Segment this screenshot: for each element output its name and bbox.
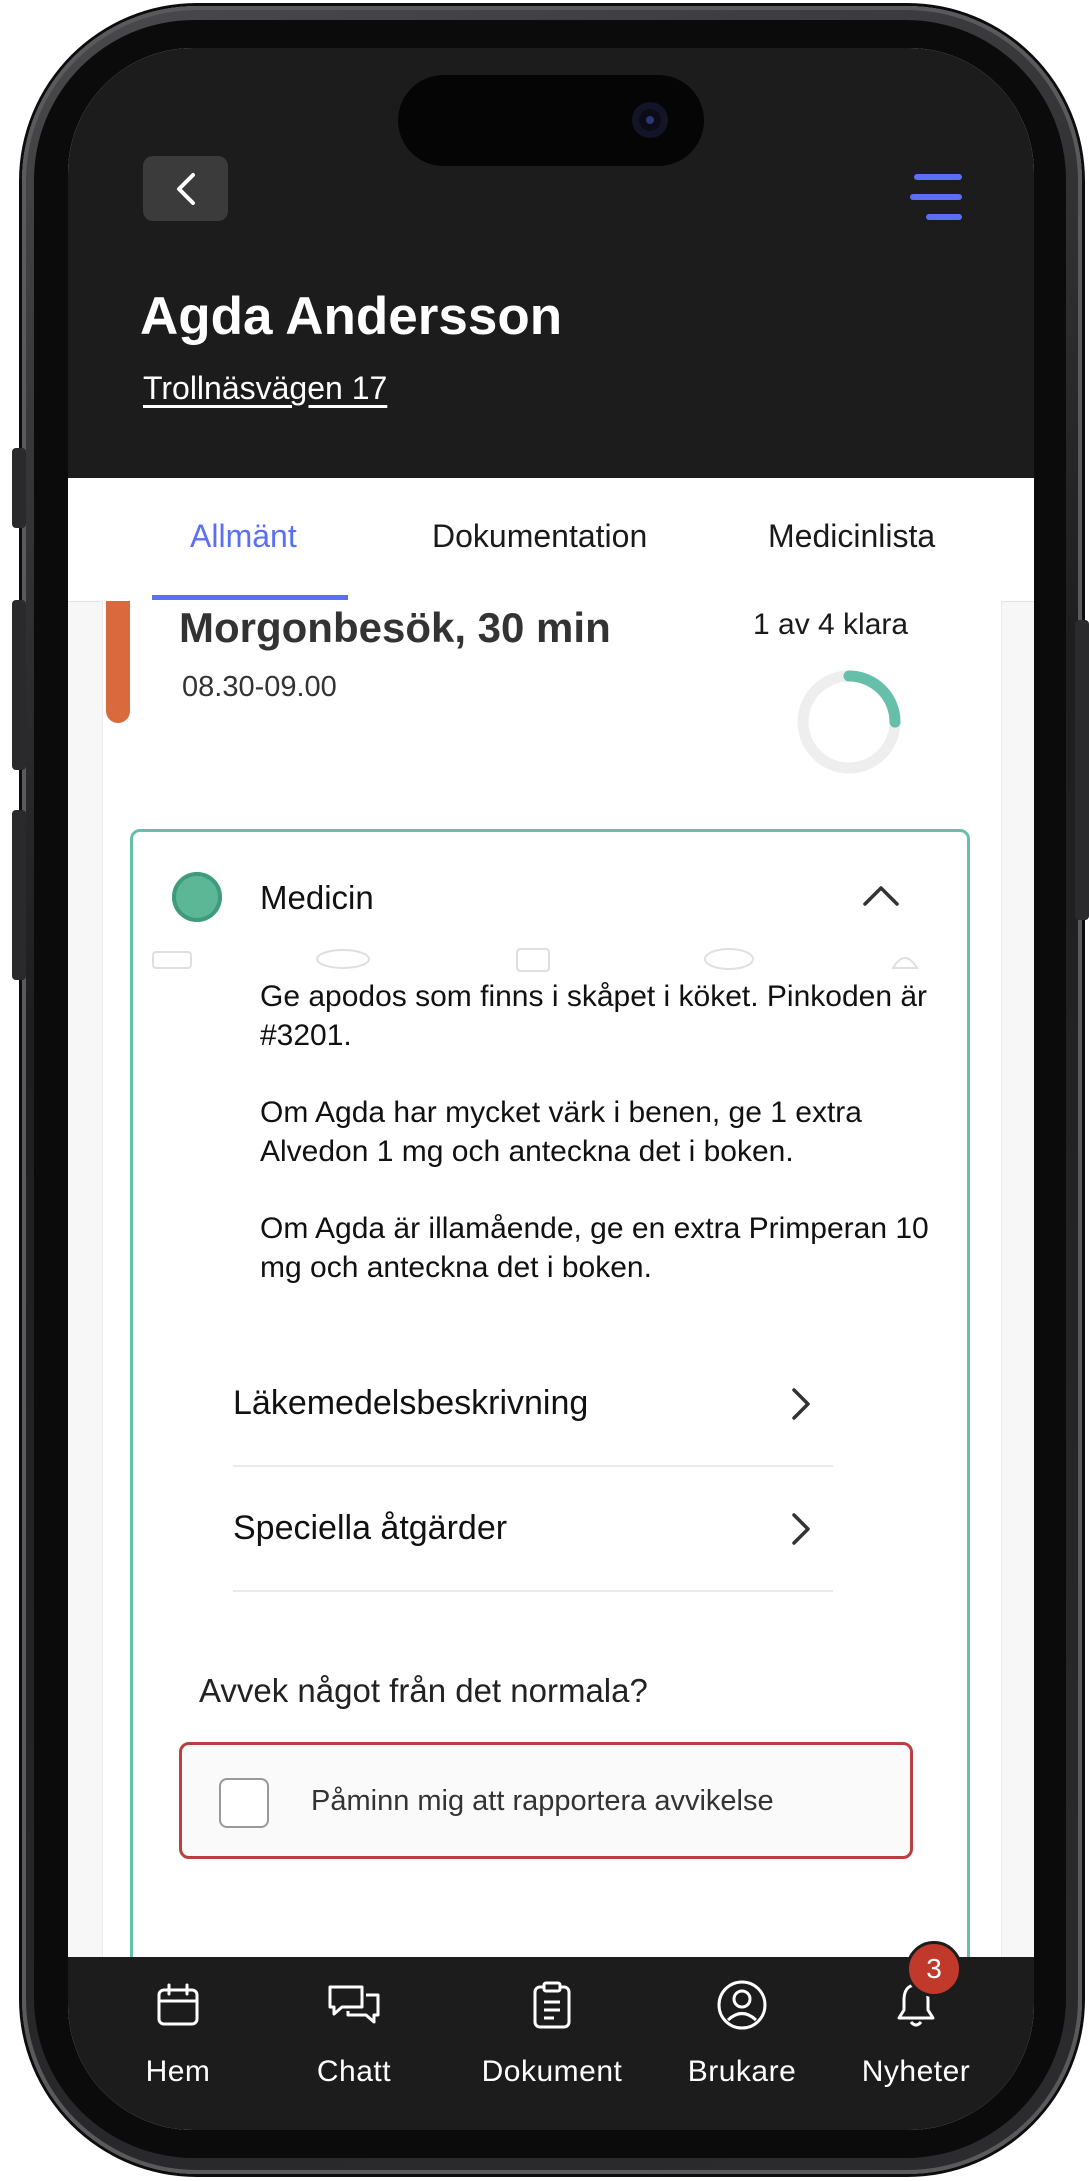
visit-content[interactable]: Morgonbesök, 30 min 08.30-09.00 1 av 4 k… — [102, 601, 1002, 2039]
volume-up-button — [12, 600, 26, 770]
nav-label: Dokument — [481, 2055, 623, 2088]
menu-icon-line — [926, 214, 962, 220]
chevron-left-icon — [176, 172, 195, 205]
tab-medicinlista[interactable]: Medicinlista — [768, 518, 935, 555]
deviation-question: Avvek något från det normala? — [199, 1672, 648, 1709]
notification-badge: 3 — [906, 1941, 962, 1997]
back-button[interactable] — [143, 156, 228, 221]
user-circle-icon — [714, 1977, 770, 2033]
nav-label: Hem — [145, 2055, 211, 2088]
visit-title: Morgonbesök, 30 min — [179, 604, 611, 651]
clipboard-icon — [524, 1977, 580, 2033]
tab-bar: Allmänt Dokumentation Medicinlista — [68, 478, 1034, 602]
task-description-line: Om Agda är illamående, ge en extra Primp… — [260, 1212, 929, 1284]
bottom-nav: Hem Chatt Dokument Brukare Nyheter 3 — [68, 1941, 1034, 2130]
nav-chatt[interactable]: Chatt — [274, 1977, 434, 2089]
user-name: Agda Andersson — [140, 287, 563, 346]
menu-button[interactable] — [906, 174, 962, 222]
progress-label: 1 av 4 klara — [753, 608, 909, 641]
app-screen: Agda Andersson Trollnäsvägen 17 Allmänt … — [68, 48, 1034, 2130]
nav-label: Nyheter — [861, 2055, 971, 2088]
progress-ring — [797, 670, 901, 774]
nav-label: Chatt — [316, 2055, 392, 2088]
menu-icon — [914, 174, 962, 180]
tab-dokumentation[interactable]: Dokumentation — [432, 518, 647, 555]
power-button — [1075, 620, 1089, 920]
task-description-line: Om Agda har mycket värk i benen, ge 1 ex… — [260, 1096, 862, 1168]
calendar-icon — [150, 1977, 206, 2033]
task-card-medicin: Medicin Ge apodos som finns i skåpet i k… — [130, 829, 970, 2039]
user-address-link[interactable]: Trollnäsvägen 17 — [143, 370, 387, 407]
chevron-right-icon — [792, 1512, 810, 1545]
link-speciella-atgarder[interactable]: Speciella åtgärder — [233, 1467, 833, 1592]
deviation-reminder-box[interactable]: Påminn mig att rapportera avvikelse — [179, 1742, 913, 1859]
chat-icon — [326, 1977, 382, 2033]
volume-down-button — [12, 810, 26, 980]
nav-dokument[interactable]: Dokument — [472, 1977, 632, 2089]
chevron-right-icon — [792, 1387, 810, 1420]
reminder-label: Påminn mig att rapportera avvikelse — [311, 1785, 774, 1817]
task-description-line: Ge apodos som finns i skåpet i köket. Pi… — [260, 980, 928, 1052]
nav-hem[interactable]: Hem — [98, 1977, 258, 2089]
task-title: Medicin — [260, 879, 374, 916]
nav-nyheter[interactable]: Nyheter — [836, 1977, 996, 2089]
task-status-dot — [172, 872, 222, 922]
visit-accent-bar — [106, 601, 130, 723]
link-lakemedelsbeskrivning[interactable]: Läkemedelsbeskrivning — [233, 1342, 833, 1467]
link-label: Läkemedelsbeskrivning — [233, 1384, 589, 1422]
chevron-up-icon[interactable] — [861, 882, 901, 908]
active-tab-indicator — [152, 595, 348, 600]
nav-brukare[interactable]: Brukare — [662, 1977, 822, 2089]
dynamic-island — [398, 75, 704, 166]
action-button — [12, 448, 26, 528]
visit-time: 08.30-09.00 — [182, 671, 337, 703]
tab-allmant[interactable]: Allmänt — [190, 518, 297, 555]
link-label: Speciella åtgärder — [233, 1509, 508, 1547]
reminder-checkbox[interactable] — [219, 1778, 269, 1828]
nav-label: Brukare — [687, 2055, 797, 2088]
camera-icon — [632, 102, 668, 138]
task-description: Ge apodos som finns i skåpet i köket. Pi… — [260, 977, 930, 1325]
ghost-nav-icons — [152, 948, 919, 972]
menu-icon-line — [910, 194, 962, 200]
